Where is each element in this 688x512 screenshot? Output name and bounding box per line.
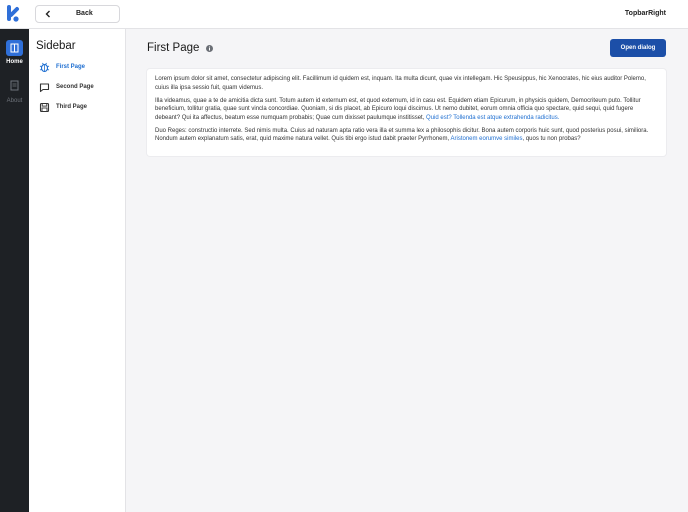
- save-icon: [39, 102, 50, 113]
- app-logo-icon[interactable]: [6, 5, 20, 23]
- sidebar-item-second-page[interactable]: Second Page: [39, 82, 123, 96]
- bug-icon: [39, 62, 50, 73]
- sidebar: Sidebar First Page Second Page Third Pag…: [29, 29, 126, 512]
- book-icon: [10, 43, 19, 53]
- topbar: Back TopbarRight: [0, 0, 688, 29]
- sidebar-item-label: Second Page: [56, 84, 94, 90]
- rail-item-home-label: Home: [6, 59, 23, 65]
- topbar-right-label: TopbarRight: [624, 10, 666, 17]
- app-rail: Home About: [0, 29, 29, 512]
- paragraph-text: , quos tu non probas?: [522, 136, 581, 142]
- chat-icon: [39, 83, 50, 93]
- chevron-left-icon: [45, 10, 50, 18]
- rail-item-about[interactable]: About: [0, 79, 29, 113]
- paragraph-text: Lorem ipsum dolor sit amet, consectetur …: [155, 76, 646, 91]
- sidebar-title: Sidebar: [36, 40, 76, 52]
- back-button[interactable]: Back: [35, 5, 120, 23]
- rail-about-icon-wrap: [6, 79, 23, 95]
- paragraph-3: Duo Reges: constructio interrete. Sed ni…: [155, 127, 658, 144]
- sidebar-item-first-page[interactable]: First Page: [39, 62, 123, 76]
- document-icon: [10, 80, 19, 91]
- rail-item-home[interactable]: Home: [0, 40, 29, 74]
- sidebar-item-label: Third Page: [56, 104, 88, 110]
- rail-home-icon-wrap: [6, 40, 23, 56]
- info-icon[interactable]: [206, 45, 213, 52]
- paragraph-2: Illa videamus, quae a te de amicitia dic…: [155, 97, 658, 123]
- open-dialog-button[interactable]: Open dialog: [610, 39, 666, 57]
- paragraph-link[interactable]: Aristonem eorumve similes: [450, 136, 522, 142]
- content-card: Lorem ipsum dolor sit amet, consectetur …: [147, 69, 666, 156]
- sidebar-item-label: First Page: [56, 64, 86, 70]
- paragraph-link[interactable]: Quid est? Tollenda est atque extrahenda …: [426, 115, 559, 121]
- paragraph-1: Lorem ipsum dolor sit amet, consectetur …: [155, 75, 658, 92]
- rail-item-about-label: About: [6, 98, 23, 104]
- paragraph-text: Illa videamus, quae a te de amicitia dic…: [155, 97, 641, 121]
- page-title: First Page: [147, 42, 200, 54]
- back-button-label: Back: [76, 10, 93, 17]
- sidebar-item-third-page[interactable]: Third Page: [39, 102, 123, 116]
